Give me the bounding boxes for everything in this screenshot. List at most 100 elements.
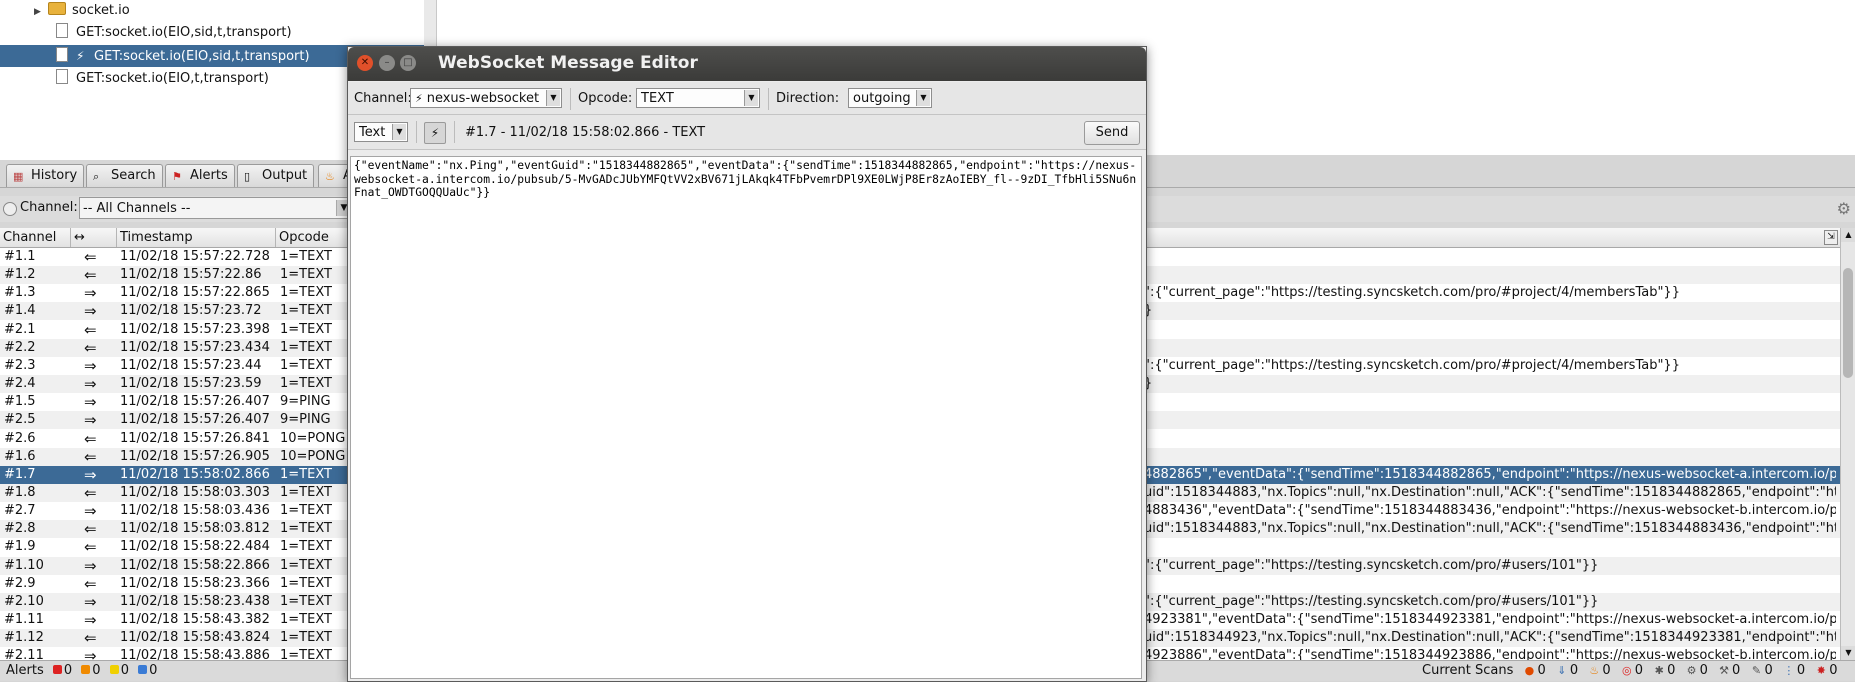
col-opcode[interactable]: Opcode — [276, 228, 356, 247]
scan-count: 0 — [1732, 663, 1741, 678]
opcode-cell: 9=PING — [280, 394, 331, 410]
opcode-cell: 1=TEXT — [280, 267, 332, 283]
timestamp-cell: 11/02/18 15:57:23.398 — [120, 321, 270, 337]
high-alert-flag-icon — [52, 665, 62, 674]
direction-arrow-icon: ⇐ — [84, 629, 97, 648]
tab-alerts[interactable]: ⚑ Alerts — [165, 164, 235, 187]
chevron-down-icon: ▼ — [744, 90, 758, 106]
tab-label: Output — [262, 168, 308, 183]
gear-icon[interactable]: ⚙ — [1837, 199, 1851, 218]
scan-count: 0 — [1602, 663, 1611, 678]
close-icon[interactable]: ✕ — [357, 55, 373, 71]
channel-cell: #1.12 — [4, 630, 44, 646]
tab-history[interactable]: ▦ History — [6, 164, 85, 187]
payload-cell — [1144, 430, 1836, 448]
direction-arrow-icon: ⇒ — [84, 502, 97, 521]
payload-cell: uid":1518344923,"nx.Topics":null,"nx.Des… — [1144, 630, 1836, 646]
payload-cell: ":{"current_page":"https://testing.syncs… — [1144, 357, 1680, 373]
file-icon — [56, 23, 68, 38]
direction-arrow-icon: ⇒ — [84, 556, 97, 575]
dialog-titlebar[interactable]: ✕ – □ WebSocket Message Editor — [348, 47, 1146, 81]
chevron-down-icon: ▼ — [916, 90, 930, 106]
format-select[interactable]: Text ▼ — [354, 122, 408, 142]
websocket-plug-icon: ⚡ — [76, 49, 85, 63]
connect-plug-icon[interactable]: ⚡ — [424, 122, 446, 144]
col-timestamp[interactable]: Timestamp — [117, 228, 276, 247]
col-direction[interactable]: ↔ — [71, 228, 117, 247]
minimize-icon[interactable]: – — [379, 55, 395, 71]
table-scrollbar[interactable]: ▲ ▼ — [1840, 228, 1855, 660]
tab-output[interactable]: ▯ Output — [237, 164, 315, 187]
target-icon: ◎ — [1621, 664, 1632, 677]
direction-arrow-icon: ⇒ — [84, 375, 97, 394]
channel-cell: #2.6 — [4, 430, 36, 446]
expand-arrow-icon[interactable]: ▶ — [34, 1, 48, 23]
wrench-icon: ⚒ — [1719, 664, 1729, 677]
col-channel[interactable]: Channel — [0, 228, 71, 247]
channel-cell: #1.6 — [4, 448, 36, 464]
channel-cell: #1.1 — [4, 249, 36, 264]
send-button[interactable]: Send — [1084, 121, 1140, 145]
alerts-summary: Alerts 0 0 0 0 — [6, 661, 157, 681]
channel-filter-select[interactable]: -- All Channels -- ▼ — [79, 197, 354, 219]
tree-item[interactable]: GET:socket.io(EIO,sid,t,transport) — [0, 22, 424, 44]
divider — [416, 121, 417, 143]
tab-label: Search — [111, 168, 156, 183]
channel-label: Channel: — [354, 91, 412, 106]
direction-select[interactable]: outgoing ▼ — [848, 88, 932, 108]
opcode-cell: 1=TEXT — [280, 321, 332, 337]
message-payload-editor[interactable]: {"eventName":"nx.Ping","eventGuid":"1518… — [350, 156, 1142, 679]
payload-cell — [1144, 575, 1836, 593]
timestamp-cell: 11/02/18 15:58:03.812 — [120, 521, 270, 537]
flame-icon: ♨ — [325, 170, 335, 183]
timestamp-cell: 11/02/18 15:57:22.86 — [120, 267, 262, 283]
scan-count: 0 — [1634, 663, 1644, 678]
maximize-icon[interactable]: □ — [400, 55, 416, 71]
scroll-down-icon[interactable]: ▼ — [1841, 646, 1855, 660]
tree-item-label: GET:socket.io(EIO,sid,t,transport) — [94, 49, 310, 64]
timestamp-cell: 11/02/18 15:57:23.434 — [120, 339, 270, 355]
alert-count: 0 — [63, 663, 73, 678]
timestamp-cell: 11/02/18 15:58:22.866 — [120, 557, 270, 573]
opcode-select[interactable]: TEXT ▼ — [636, 88, 760, 108]
payload-cell: uid":1518344883,"nx.Topics":null,"nx.Des… — [1144, 484, 1836, 500]
channel-cell: #2.5 — [4, 412, 36, 428]
direction-arrow-icon: ⇐ — [84, 266, 97, 285]
opcode-cell: 1=TEXT — [280, 339, 332, 355]
timestamp-cell: 11/02/18 15:58:22.484 — [120, 539, 270, 555]
timestamp-cell: 11/02/18 15:58:03.303 — [120, 484, 270, 500]
opcode-cell: 1=TEXT — [280, 557, 332, 573]
channel-select[interactable]: ⚡ nexus-websocket ▼ — [410, 88, 562, 108]
payload-cell: ":{"current_page":"https://testing.syncs… — [1144, 557, 1599, 573]
direction-arrow-icon: ⇒ — [84, 393, 97, 412]
tree-folder-socketio[interactable]: ▶ socket.io — [0, 0, 424, 22]
gear-icon: ⚙ — [1686, 664, 1697, 677]
channel-cell: #2.1 — [4, 321, 36, 337]
tab-search[interactable]: ⌕ Search — [86, 164, 163, 187]
timestamp-cell: 11/02/18 15:58:43.382 — [120, 612, 270, 627]
medium-alert-flag-icon — [81, 665, 91, 674]
opcode-select-value: TEXT — [641, 91, 674, 106]
scroll-thumb[interactable] — [1843, 268, 1853, 378]
timestamp-cell: 11/02/18 15:58:02.866 — [120, 466, 270, 482]
opcode-cell: 1=TEXT — [280, 630, 332, 646]
channel-cell: #1.11 — [4, 612, 44, 627]
scan-count: 0 — [1537, 663, 1546, 678]
tab-label: Alerts — [190, 168, 228, 183]
opcode-cell: 1=TEXT — [280, 648, 332, 660]
payload-cell — [1144, 448, 1836, 466]
scroll-up-icon[interactable]: ▲ — [1841, 228, 1855, 242]
calendar-icon: ▦ — [13, 170, 24, 183]
tree-item-label: GET:socket.io(EIO,sid,t,transport) — [76, 25, 292, 40]
bug-icon: ✱ — [1654, 664, 1664, 677]
scan-count: 0 — [1699, 663, 1708, 678]
channel-cell: #2.2 — [4, 339, 36, 355]
column-chooser-icon[interactable]: ⇲ — [1824, 230, 1838, 245]
opcode-cell: 1=TEXT — [280, 575, 332, 591]
payload-cell: ":{"current_page":"https://testing.syncs… — [1144, 593, 1599, 609]
current-scans-summary: Current Scans ● 0 ⇓ 0 ♨ 0 ◎ 0 ✱ 0 ⚙ 0 ⚒ 0 ✎ 0 ⋮ 0… — [1422, 661, 1838, 681]
payload-cell — [1144, 321, 1836, 339]
dotted-icon: ⋮ — [1783, 664, 1795, 677]
channel-cell: #1.7 — [4, 466, 36, 482]
opcode-cell: 1=TEXT — [280, 593, 332, 609]
